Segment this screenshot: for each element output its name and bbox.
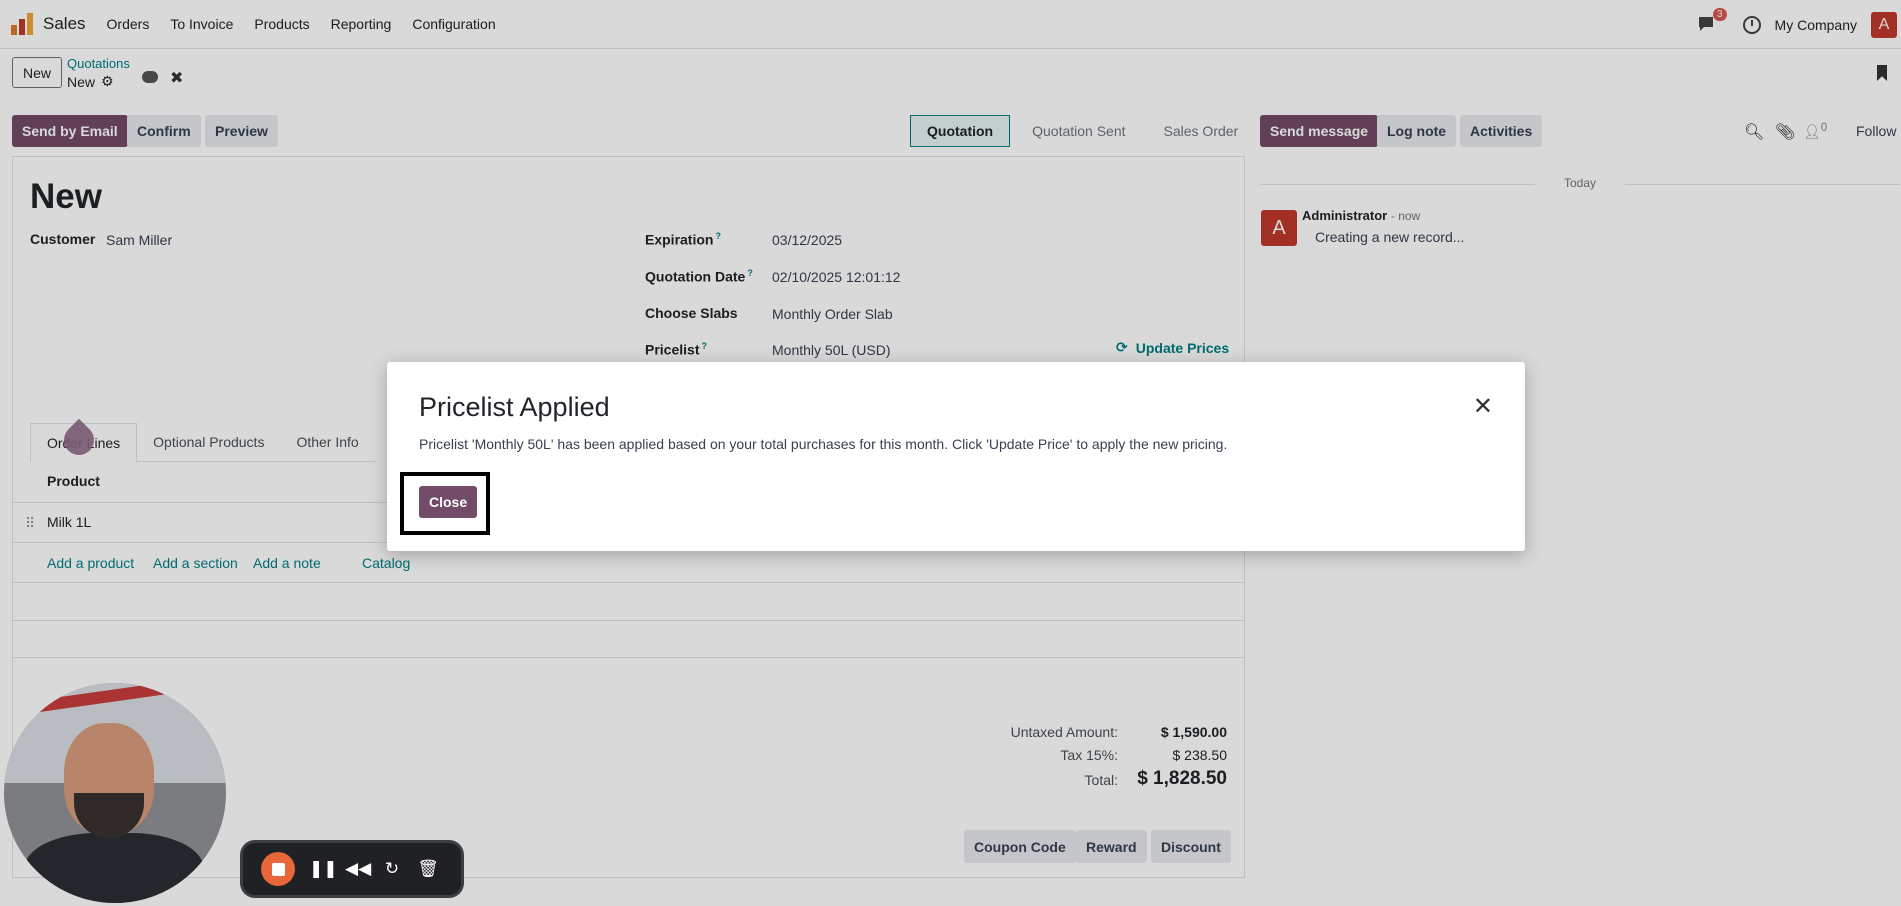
pricelist-dialog: Pricelist Applied ✕ Pricelist 'Monthly 5… — [387, 362, 1525, 551]
dialog-message: Pricelist 'Monthly 50L' has been applied… — [419, 436, 1228, 452]
delete-icon[interactable]: 🗑︎ — [417, 859, 439, 879]
stop-recording-button[interactable] — [261, 852, 295, 886]
restart-icon[interactable]: ↻ — [381, 859, 403, 879]
close-button[interactable]: Close — [419, 486, 478, 518]
dialog-title: Pricelist Applied — [419, 392, 610, 422]
rewind-icon[interactable]: ◀◀ — [345, 859, 371, 879]
webcam-bubble[interactable] — [4, 683, 226, 903]
close-icon[interactable]: ✕ — [1473, 395, 1493, 419]
pause-icon[interactable]: ❚❚ — [309, 859, 338, 879]
recorder-toolbar: ❚❚ ◀◀ ↻ 🗑︎ — [243, 843, 461, 895]
